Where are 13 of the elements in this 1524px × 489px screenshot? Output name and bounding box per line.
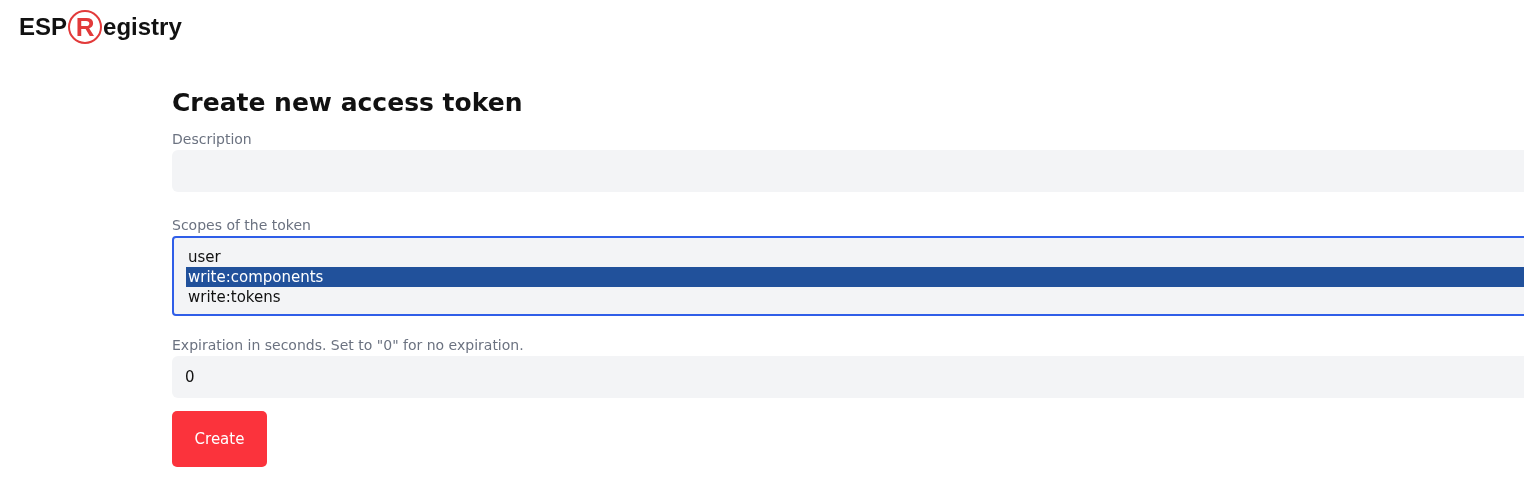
field-label: Description	[172, 130, 253, 148]
scope-option[interactable]: write:tokens	[186, 287, 1524, 307]
logo-icon: R	[68, 10, 103, 44]
logo-text: ESP	[19, 13, 68, 41]
scopes-list[interactable]: user write:components write:tokens	[172, 236, 1524, 316]
scope-option[interactable]: write:components	[186, 267, 1524, 287]
create-button[interactable]: Create	[172, 411, 267, 467]
field-label: Expiration in seconds. Set to "0" for no expiration.	[172, 336, 525, 354]
page-title: Create new access token	[172, 88, 524, 118]
scope-option[interactable]: user	[186, 247, 1524, 267]
field-label: Scopes of the token	[172, 216, 312, 234]
expiration-field[interactable]: 0	[172, 356, 1524, 398]
logo-text: egistry	[103, 13, 182, 41]
